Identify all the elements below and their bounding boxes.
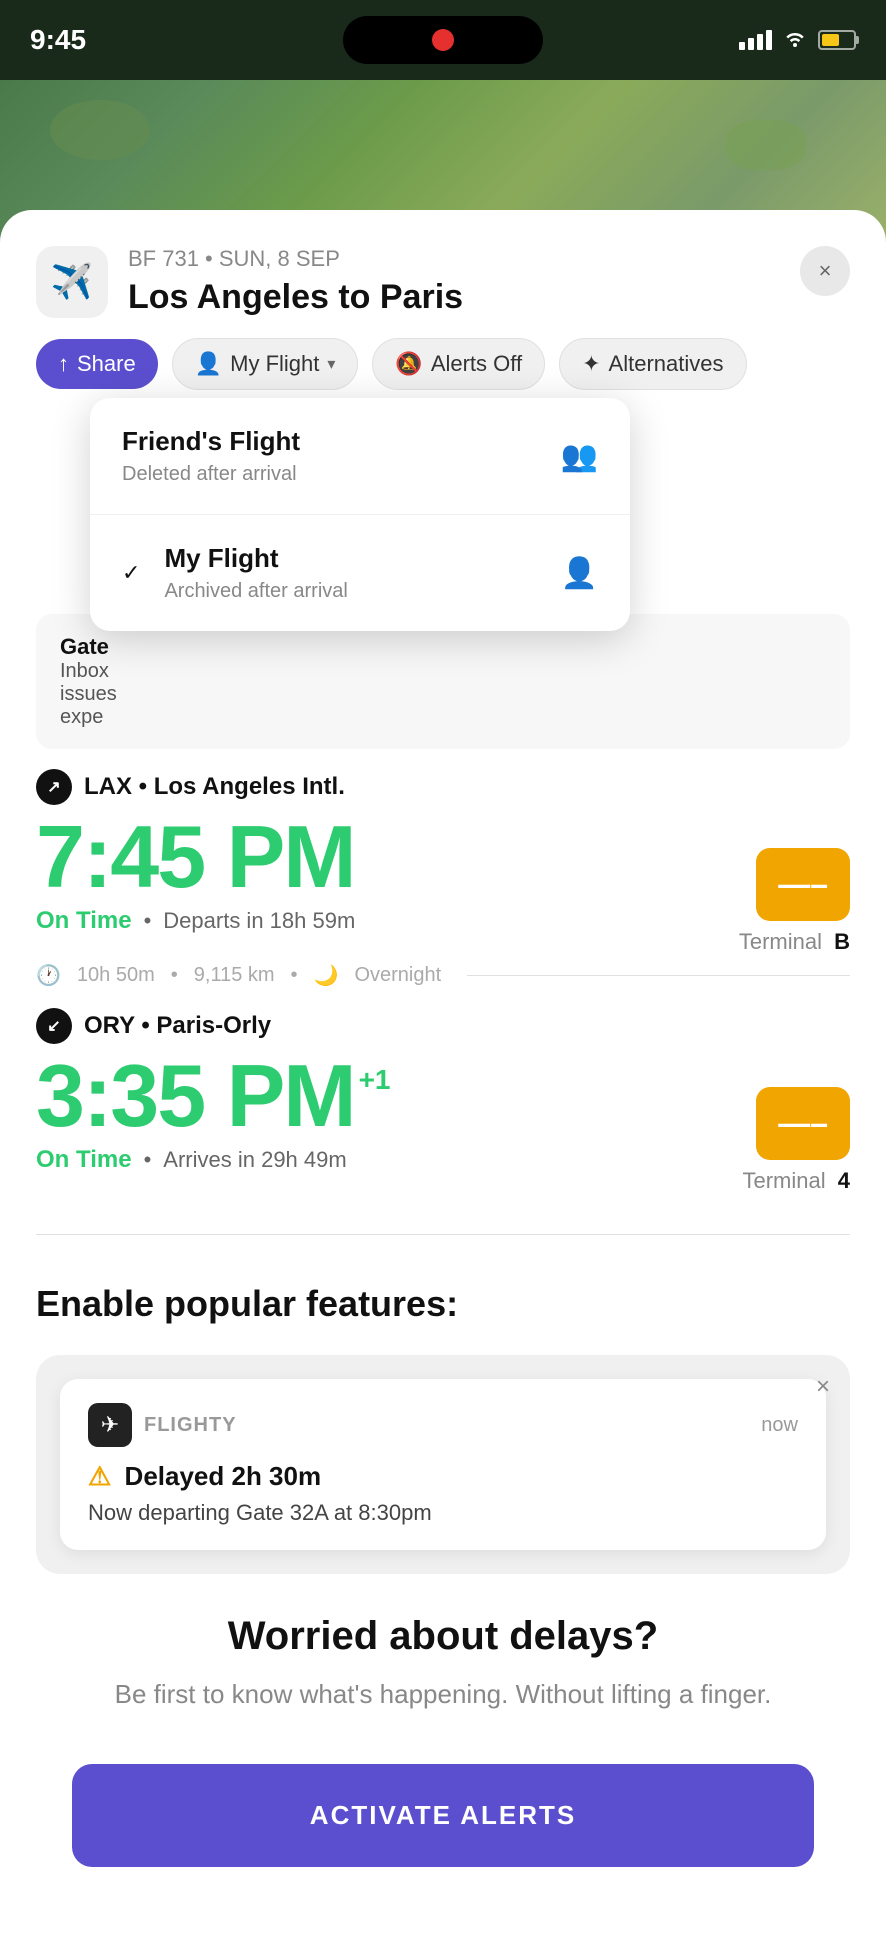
notification-header: ✈ FLIGHTY now	[88, 1403, 798, 1447]
features-section: Enable popular features: × ✈ FLIGHTY now…	[0, 1235, 886, 1937]
departure-terminal-letter: —–	[778, 866, 828, 903]
plane-icon: ✈️	[51, 262, 93, 302]
day-plus: +1	[359, 1064, 391, 1096]
my-flight-sub: Archived after arrival	[164, 580, 560, 603]
departure-status: On Time	[36, 907, 132, 935]
arrival-section: ↙ ORY • Paris-Orly 3:35 PM +1 On Time • …	[0, 1008, 886, 1194]
people-icon: 👥	[561, 439, 598, 474]
gate-info-area: Gate Inbox issues expe	[0, 614, 886, 769]
clock-icon: 🕐	[36, 963, 61, 988]
arrival-detail: Arrives in 29h 49m	[163, 1147, 346, 1173]
close-button[interactable]: ×	[800, 246, 850, 296]
share-icon: ↑	[58, 351, 69, 377]
activate-alerts-button[interactable]: ACTIVATE ALERTS	[72, 1764, 814, 1867]
mute-icon: 🔕	[395, 351, 422, 377]
departure-section: ↗ LAX • Los Angeles Intl. 7:45 PM On Tim…	[0, 769, 886, 955]
info-line	[467, 975, 850, 976]
main-card: ✈️ BF 731 • SUN, 8 SEP Los Angeles to Pa…	[0, 210, 886, 1937]
status-icons	[739, 27, 856, 53]
share-button[interactable]: ↑ Share	[36, 339, 158, 389]
alternatives-icon: ✦	[582, 351, 600, 377]
arrival-time: 3:35 PM	[36, 1052, 355, 1140]
alerts-button[interactable]: 🔕 Alerts Off	[372, 338, 545, 390]
gate-label: Gate	[60, 634, 117, 660]
friends-flight-sub: Deleted after arrival	[122, 463, 300, 486]
notification-title: ⚠ Delayed 2h 30m	[88, 1461, 798, 1492]
alternatives-button[interactable]: ✦ Alternatives	[559, 338, 746, 390]
extra-text: expe	[60, 706, 117, 729]
flight-title-group: BF 731 • SUN, 8 SEP Los Angeles to Paris	[128, 246, 463, 317]
arrival-airport-row: ↙ ORY • Paris-Orly	[36, 1008, 850, 1044]
departure-terminal-label: Terminal B	[739, 929, 850, 955]
checkmark-icon: ✓	[122, 560, 140, 586]
issues-text: issues	[60, 683, 117, 706]
arrival-icon: ↙	[36, 1008, 72, 1044]
battery-icon	[818, 30, 856, 50]
signal-icon	[739, 30, 772, 50]
moon-icon: 🌙	[314, 963, 339, 988]
flight-header: ✈️ BF 731 • SUN, 8 SEP Los Angeles to Pa…	[0, 210, 886, 338]
departure-icon: ↗	[36, 769, 72, 805]
arrival-airport-label: ↙ ORY • Paris-Orly	[36, 1008, 271, 1044]
flight-route: Los Angeles to Paris	[128, 278, 463, 317]
notification-close-button[interactable]: ×	[816, 1373, 830, 1401]
status-time: 9:45	[30, 24, 86, 56]
flight-info-bar: 🕐 10h 50m • 9,115 km • 🌙 Overnight	[0, 963, 886, 988]
arrival-status-row: On Time • Arrives in 29h 49m	[36, 1146, 391, 1174]
wifi-icon	[782, 27, 808, 53]
arrival-status: On Time	[36, 1146, 132, 1174]
my-flight-button[interactable]: 👤 My Flight ▾	[172, 338, 359, 390]
app-plane-icon: ✈	[101, 1412, 119, 1438]
person-circle-icon: 👤	[561, 556, 598, 591]
action-row-container: ↑ Share 👤 My Flight ▾ 🔕 Alerts Off ✦ Alt…	[0, 338, 886, 414]
app-name: FLIGHTY	[144, 1414, 237, 1437]
notification-card: ✈ FLIGHTY now ⚠ Delayed 2h 30m Now depar…	[60, 1379, 826, 1550]
dynamic-island	[343, 16, 543, 64]
flight-header-left: ✈️ BF 731 • SUN, 8 SEP Los Angeles to Pa…	[36, 246, 463, 318]
landing-icon: ↙	[47, 1016, 60, 1036]
departure-terminal-group: —– Terminal B	[739, 848, 850, 955]
person-icon: 👤	[195, 351, 222, 377]
arrival-terminal-group: —– Terminal 4	[742, 1087, 850, 1194]
status-bar: 9:45	[0, 0, 886, 80]
warning-icon: ⚠	[88, 1461, 111, 1491]
my-flight-option[interactable]: ✓ My Flight Archived after arrival 👤	[90, 515, 630, 631]
notification-body: Now departing Gate 32A at 8:30pm	[88, 1500, 798, 1526]
flight-code: BF 731 • SUN, 8 SEP	[128, 246, 463, 272]
chevron-down-icon: ▾	[327, 354, 335, 374]
friends-flight-label: Friend's Flight	[122, 426, 300, 457]
departure-airport-label: ↗ LAX • Los Angeles Intl.	[36, 769, 345, 805]
promote-title: Worried about delays?	[72, 1614, 814, 1659]
arrival-terminal-label: Terminal 4	[742, 1168, 850, 1194]
promote-subtitle: Be first to know what's happening. Witho…	[72, 1675, 814, 1714]
features-title: Enable popular features:	[36, 1283, 850, 1325]
departure-status-row: On Time • Departs in 18h 59m	[36, 907, 355, 935]
gate-sub: Inbox	[60, 660, 117, 683]
flight-type-dropdown: Friend's Flight Deleted after arrival 👥 …	[90, 398, 630, 631]
departure-time-row: 7:45 PM On Time • Departs in 18h 59m —– …	[36, 813, 850, 955]
app-icon: ✈	[88, 1403, 132, 1447]
departure-airport-row: ↗ LAX • Los Angeles Intl.	[36, 769, 850, 805]
takeoff-icon: ↗	[47, 777, 60, 797]
friends-flight-option[interactable]: Friend's Flight Deleted after arrival 👥	[90, 398, 630, 515]
notification-time: now	[761, 1414, 798, 1437]
gate-banner: Gate Inbox issues expe	[36, 614, 850, 749]
departure-time: 7:45 PM	[36, 813, 355, 901]
airline-icon: ✈️	[36, 246, 108, 318]
activate-button-wrapper: ACTIVATE ALERTS	[36, 1744, 850, 1907]
record-indicator	[432, 29, 454, 51]
arrival-time-row: 3:35 PM +1 On Time • Arrives in 29h 49m …	[36, 1052, 850, 1194]
departure-detail: Departs in 18h 59m	[163, 908, 355, 934]
departure-terminal-badge: —–	[756, 848, 850, 921]
arrival-terminal-letter: —–	[778, 1105, 828, 1142]
promote-section: Worried about delays? Be first to know w…	[36, 1604, 850, 1744]
arrival-terminal-badge: —–	[756, 1087, 850, 1160]
close-icon: ×	[819, 258, 832, 284]
my-flight-label: My Flight	[164, 543, 560, 574]
notification-card-wrapper: × ✈ FLIGHTY now ⚠ Delayed 2h 30m Now dep…	[36, 1355, 850, 1574]
